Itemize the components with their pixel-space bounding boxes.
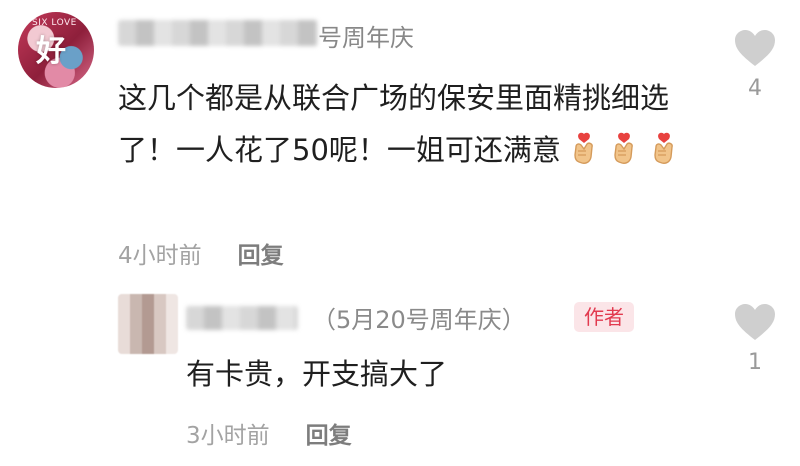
avatar[interactable]: SIX LOVE 好 xyxy=(18,12,94,88)
like-button[interactable]: 4 xyxy=(725,28,785,101)
timestamp: 3小时前 xyxy=(186,423,270,449)
avatar-glyph: 好 xyxy=(36,34,66,69)
finger-heart-icon xyxy=(574,132,593,164)
author-badge: 作者 xyxy=(574,302,634,332)
heart-icon[interactable] xyxy=(733,28,777,68)
comment-text: 这几个都是从联合广场的保安里面精挑细选了！一人花了50呢！一姐可还满意 xyxy=(118,72,708,176)
reply-item: （5月20号周年庆） 作者 有卡贵，开支搞大了 3小时前 回复 1 xyxy=(0,280,800,466)
like-button[interactable]: 1 xyxy=(725,302,785,375)
comment-item: SIX LOVE 好 号周年庆 这几个都是从联合广场的保安里面精挑细选了！一人花… xyxy=(0,0,800,280)
like-count: 1 xyxy=(748,350,762,375)
username-blurred[interactable] xyxy=(186,306,298,330)
timestamp: 4小时前 xyxy=(118,243,202,269)
comment-text: 有卡贵，开支搞大了 xyxy=(186,357,448,391)
avatar[interactable] xyxy=(118,294,178,354)
reply-button[interactable]: 回复 xyxy=(306,423,352,449)
reply-button[interactable]: 回复 xyxy=(238,243,284,269)
username-suffix[interactable]: 号周年庆 xyxy=(318,18,414,53)
comment-meta: 3小时前 回复 xyxy=(186,416,352,450)
heart-icon[interactable] xyxy=(733,302,777,342)
username-blurred[interactable] xyxy=(118,20,318,46)
username-suffix[interactable]: （5月20号周年庆） xyxy=(312,300,526,335)
like-count: 4 xyxy=(748,76,762,101)
comment-meta: 4小时前 回复 xyxy=(118,236,284,270)
finger-heart-icon xyxy=(654,132,673,164)
finger-heart-icon xyxy=(614,132,633,164)
